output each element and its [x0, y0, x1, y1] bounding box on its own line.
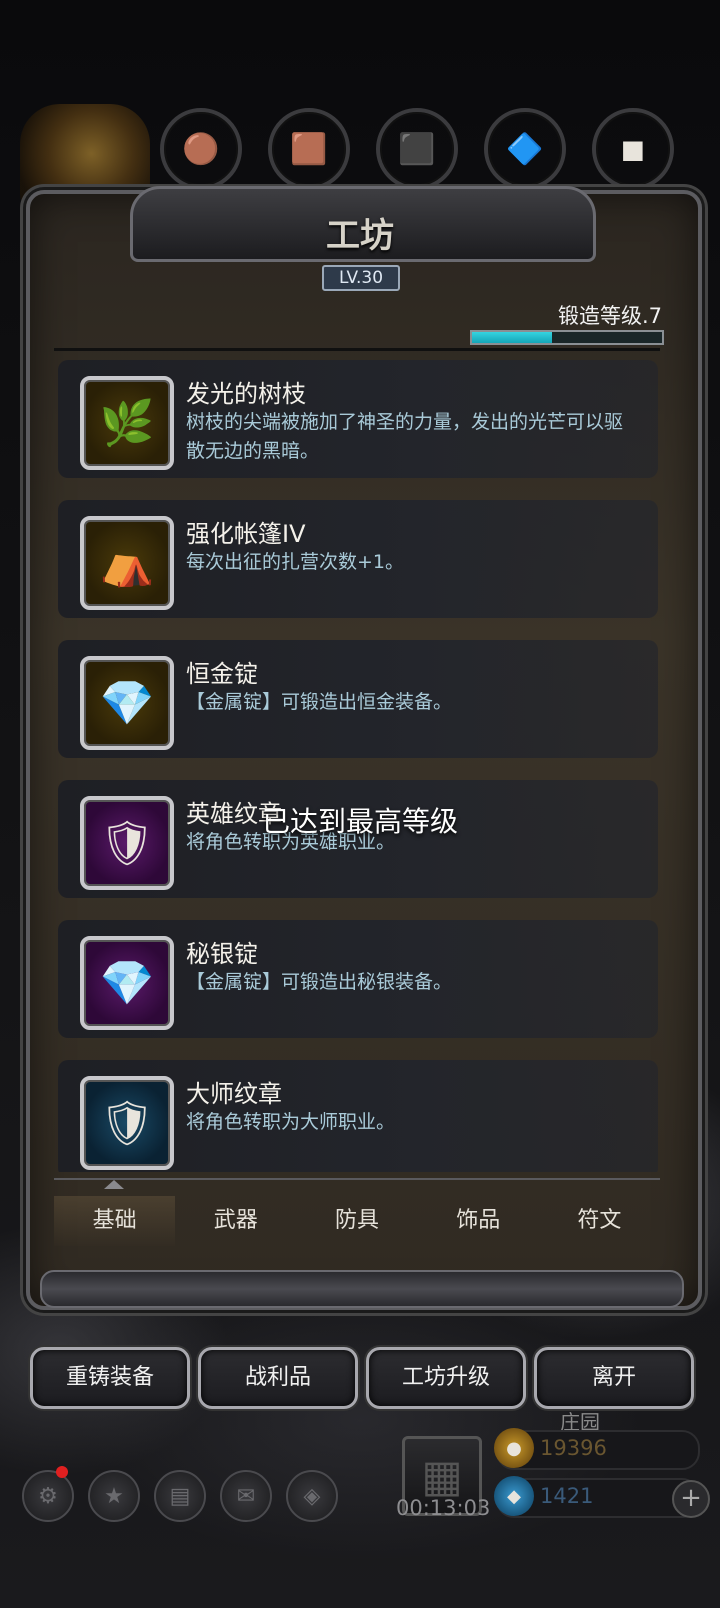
tab-divider: [54, 1178, 660, 1180]
max-level-toast: 已达到最高等级: [261, 805, 458, 838]
mail-icon[interactable]: ✉: [220, 1470, 272, 1522]
item-description: 将角色转职为大师职业。: [186, 1111, 396, 1133]
item-list[interactable]: 🌿 发光的树枝 树枝的尖端被施加了神圣的力量，发出的光芒可以驱散无边的黑暗。 ⛺…: [58, 360, 660, 1172]
loot-button[interactable]: 战利品: [198, 1347, 358, 1409]
gold-bar: ● 19396: [494, 1428, 700, 1470]
item-description: 树枝的尖端被施加了神圣的力量，发出的光芒可以驱散无边的黑暗。: [186, 411, 624, 462]
tab-accessory[interactable]: 饰品: [418, 1196, 539, 1246]
list-item[interactable]: 💎 秘银锭 【金属锭】可锻造出秘银装备。: [58, 920, 658, 1038]
notification-badge: [56, 1466, 68, 1478]
action-buttons: 重铸装备 战利品 工坊升级 离开: [30, 1347, 694, 1409]
ingot-icon: 💎: [99, 958, 155, 1009]
tab-weapon[interactable]: 武器: [175, 1196, 296, 1246]
item-frame: 🌿: [80, 376, 174, 470]
list-item[interactable]: 💎 恒金锭 【金属锭】可锻造出恒金装备。: [58, 640, 658, 758]
workshop-level-badge: LV.30: [322, 265, 400, 291]
ingot-icon: 💎: [99, 678, 155, 729]
star-icon[interactable]: ★: [88, 1470, 140, 1522]
forge-progress-fill: [472, 332, 552, 343]
list-item[interactable]: ⛺ 强化帐篷IV 每次出征的扎营次数+1。: [58, 500, 658, 618]
item-frame: ⛺: [80, 516, 174, 610]
tab-basic[interactable]: 基础: [54, 1196, 176, 1246]
item-description: 【金属锭】可锻造出恒金装备。: [186, 691, 453, 713]
list-item[interactable]: 🌿 发光的树枝 树枝的尖端被施加了神圣的力量，发出的光芒可以驱散无边的黑暗。: [58, 360, 658, 478]
forge-level-label: 锻造等级.7: [557, 304, 662, 328]
scroll-icon[interactable]: ▤: [154, 1470, 206, 1522]
tab-indicator: [104, 1180, 124, 1189]
category-tabs: 基础 武器 防具 饰品 符文: [54, 1196, 660, 1246]
item-description: 每次出征的扎营次数+1。: [186, 551, 405, 573]
add-gems-button[interactable]: +: [672, 1480, 710, 1518]
gem-bar: ◆ 1421: [494, 1476, 700, 1518]
divider: [54, 348, 660, 351]
wood-icon: 🟫: [268, 108, 350, 190]
gift-timer: 00:13:03: [396, 1496, 491, 1520]
item-frame: 🛡: [80, 1076, 174, 1170]
gem-icon: ◆: [494, 1476, 534, 1516]
tab-rune[interactable]: 符文: [539, 1196, 660, 1246]
stone-icon: ⬛: [376, 108, 458, 190]
cube-icon[interactable]: ◈: [286, 1470, 338, 1522]
panel-title: 工坊: [326, 216, 394, 256]
gold-value: 19396: [540, 1436, 607, 1460]
forge-progress-bar: [470, 330, 664, 345]
gold-coin-icon: ●: [494, 1428, 534, 1468]
tab-armor[interactable]: 防具: [296, 1196, 417, 1246]
settings-icon[interactable]: ⚙: [22, 1470, 74, 1522]
emblem-icon: 🛡: [99, 1098, 155, 1149]
reforge-button[interactable]: 重铸装备: [30, 1347, 190, 1409]
item-name: 恒金锭: [186, 660, 258, 688]
item-name: 发光的树枝: [186, 380, 306, 408]
item-name: 强化帐篷IV: [186, 520, 306, 548]
panel-ornament-bottom: [40, 1270, 684, 1308]
item-name: 秘银锭: [186, 940, 258, 968]
workshop-upgrade-button[interactable]: 工坊升级: [366, 1347, 526, 1409]
crystal-icon: 🔷: [484, 108, 566, 190]
gem-value: 1421: [540, 1484, 594, 1508]
item-frame: 💎: [80, 936, 174, 1030]
leather-icon: 🟤: [160, 108, 242, 190]
tent-icon: ⛺: [99, 538, 155, 589]
leave-button[interactable]: 离开: [534, 1347, 694, 1409]
list-item[interactable]: 🛡 大师纹章 将角色转职为大师职业。: [58, 1060, 658, 1172]
iron-icon: ◼: [592, 108, 674, 190]
item-name: 大师纹章: [186, 1080, 282, 1108]
item-frame: 💎: [80, 656, 174, 750]
item-description: 【金属锭】可锻造出秘银装备。: [186, 971, 453, 993]
glowing-branch-icon: 🌿: [99, 398, 155, 449]
